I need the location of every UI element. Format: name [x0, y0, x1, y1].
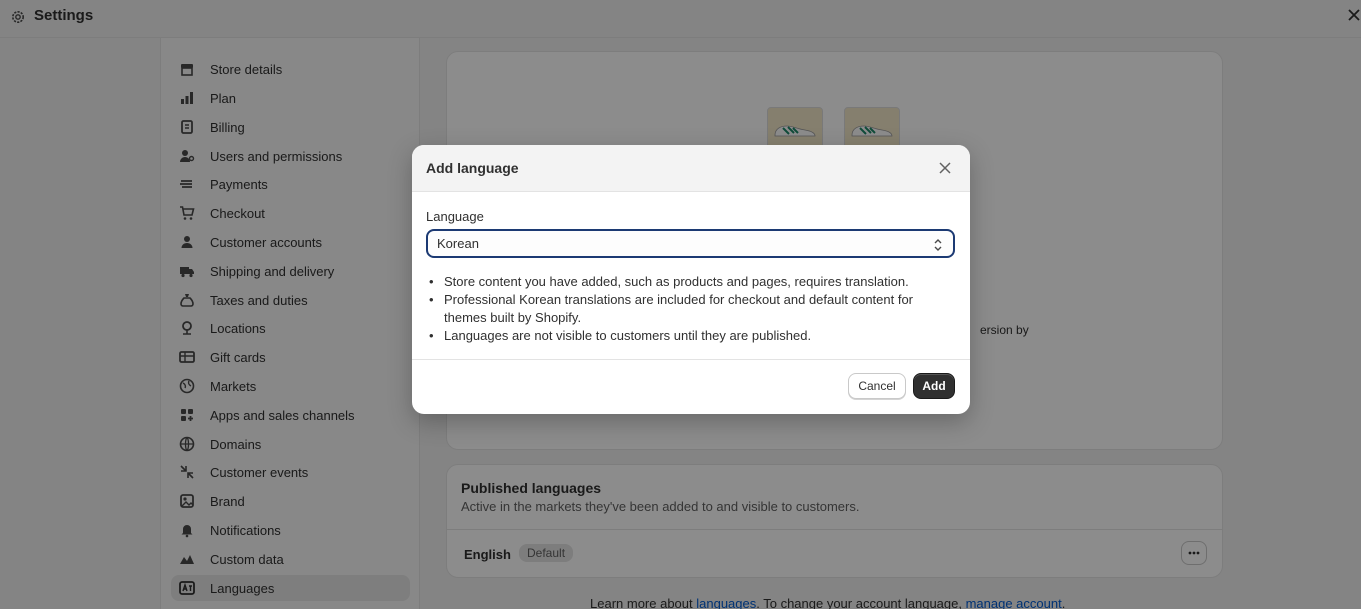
divider — [412, 359, 970, 360]
list-item: Professional Korean translations are inc… — [426, 291, 956, 327]
cancel-button[interactable]: Cancel — [848, 373, 906, 399]
modal-title: Add language — [426, 160, 519, 176]
modal-header: Add language — [412, 145, 970, 192]
list-item: Store content you have added, such as pr… — [426, 273, 956, 291]
info-list: Store content you have added, such as pr… — [426, 273, 956, 345]
add-button[interactable]: Add — [913, 373, 955, 399]
list-item: Languages are not visible to customers u… — [426, 327, 956, 345]
language-field-label: Language — [426, 209, 484, 224]
language-select[interactable]: Korean — [426, 229, 955, 258]
close-icon[interactable] — [939, 162, 951, 174]
selected-language: Korean — [437, 236, 479, 251]
add-language-modal: Add language Language Korean Store conte… — [412, 145, 970, 414]
settings-app: Settings Store details Plan Billing User… — [0, 0, 1361, 609]
chevron-up-down-icon — [934, 239, 942, 251]
